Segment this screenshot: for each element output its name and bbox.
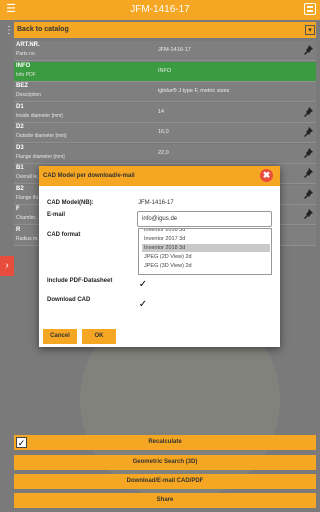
recalculate-checkbox[interactable]: ✓ <box>16 437 27 448</box>
table-row[interactable]: D3 Flange diameter [mm] 22,0 <box>14 143 316 164</box>
param-value: iglidur® J type F, metric sizes <box>158 88 230 94</box>
table-row[interactable]: D1 Inside diameter [mm] 14 <box>14 102 316 123</box>
cad-format-label: CAD format <box>47 232 81 238</box>
param-key: D1 <box>16 103 24 110</box>
param-key: ART.NR. <box>16 42 40 48</box>
param-description: Outside diameter [mm] <box>16 133 67 139</box>
param-key: BEZ <box>16 83 28 89</box>
chevron-down-icon[interactable]: ▾ <box>305 25 315 35</box>
cad-model-value: JFM-1416-17 <box>138 200 174 206</box>
pin-icon[interactable] <box>302 106 314 118</box>
pin-icon[interactable] <box>302 167 314 179</box>
table-row[interactable]: INFO Info PDF INFO <box>14 61 316 82</box>
page-title: JFM-1416-17 <box>130 4 190 15</box>
param-key: B2 <box>16 185 24 192</box>
param-description: Info PDF <box>16 71 36 78</box>
dialog-header: CAD Model per download/e-mail ✖ <box>39 166 280 186</box>
table-row[interactable]: ART.NR. Parts no. JFM-1416-17 <box>14 41 316 61</box>
download-email-button[interactable]: Download/E-mail CAD/PDF <box>14 474 316 489</box>
inbox-icon[interactable] <box>304 3 316 15</box>
download-cad-label: Download CAD <box>47 297 91 303</box>
recalculate-button[interactable]: Recalculate <box>14 435 316 450</box>
cad-format-option[interactable]: Inventor 2018 3d <box>142 244 270 252</box>
back-to-catalog-bar[interactable]: Back to catalog ▾ <box>14 22 316 38</box>
param-value: 22,0 <box>158 149 169 156</box>
pin-icon[interactable] <box>302 126 314 138</box>
pin-icon[interactable] <box>302 147 314 159</box>
cad-format-option[interactable]: Inventor 2016 3d <box>142 229 270 234</box>
pin-icon[interactable] <box>302 188 314 200</box>
param-key: INFO <box>16 62 31 69</box>
param-description: Description <box>16 92 42 98</box>
expand-sidebar-arrow-icon[interactable]: › <box>0 256 14 276</box>
close-icon[interactable]: ✖ <box>260 169 273 182</box>
param-value: INFO <box>158 67 172 74</box>
include-pdf-checkbox[interactable]: ✓ <box>138 280 148 290</box>
geometric-search-button[interactable]: Geometric Search (3D) <box>14 455 316 470</box>
share-button[interactable]: Share <box>14 493 316 508</box>
table-row[interactable]: D2 Outside diameter [mm] 16,0 <box>14 123 316 143</box>
app-header: JFM-1416-17 ☰ <box>0 0 320 20</box>
menu-icon[interactable]: ☰ <box>4 2 18 16</box>
cad-format-option[interactable]: JPEG (2D View) 2d <box>142 253 270 261</box>
ok-button[interactable]: OK <box>82 329 116 344</box>
download-cad-checkbox[interactable]: ✓ <box>138 300 148 310</box>
email-label: E-mail <box>47 212 66 218</box>
param-value: 14 <box>158 108 165 115</box>
dialog-title: CAD Model per download/e-mail <box>43 173 135 179</box>
cad-format-option[interactable]: Inventor 2017 3d <box>142 235 270 243</box>
param-description: Parts no. <box>16 51 37 57</box>
pin-icon[interactable] <box>302 208 314 220</box>
param-description: Inside diameter [mm] <box>16 112 63 119</box>
pin-icon[interactable] <box>302 44 314 56</box>
param-description: Overall le... <box>16 174 42 180</box>
back-to-catalog-label: Back to catalog <box>17 26 69 33</box>
cad-format-list[interactable]: Inventor 2016 3d Inventor 2017 3d Inventor… <box>138 228 272 275</box>
param-key: B1 <box>16 165 24 171</box>
cad-model-label: CAD Model(NB): <box>47 200 94 206</box>
param-key: R <box>16 226 21 233</box>
list-icon[interactable]: ⋮ <box>4 24 14 38</box>
param-key: F <box>16 206 20 212</box>
email-field[interactable]: info@igus.de <box>137 211 272 227</box>
cad-format-option[interactable]: JPEG (3D View) 2d <box>142 262 270 270</box>
param-value: 16,0 <box>158 129 169 135</box>
param-description: Radius m... <box>16 235 42 242</box>
param-key: D3 <box>16 144 24 151</box>
recalculate-label: Recalculate <box>148 439 182 445</box>
cad-download-dialog: CAD Model per download/e-mail ✖ CAD Mode… <box>39 166 280 347</box>
table-row[interactable]: BEZ Description iglidur® J type F, metric … <box>14 82 316 102</box>
param-description: Chamfer... <box>16 215 40 221</box>
include-pdf-label: Include PDF-Datasheet <box>47 278 113 284</box>
param-description: Flange diameter [mm] <box>16 153 65 160</box>
param-value: JFM-1416-17 <box>158 47 191 53</box>
param-key: D2 <box>16 124 24 130</box>
cancel-button[interactable]: Cancel <box>43 329 77 344</box>
